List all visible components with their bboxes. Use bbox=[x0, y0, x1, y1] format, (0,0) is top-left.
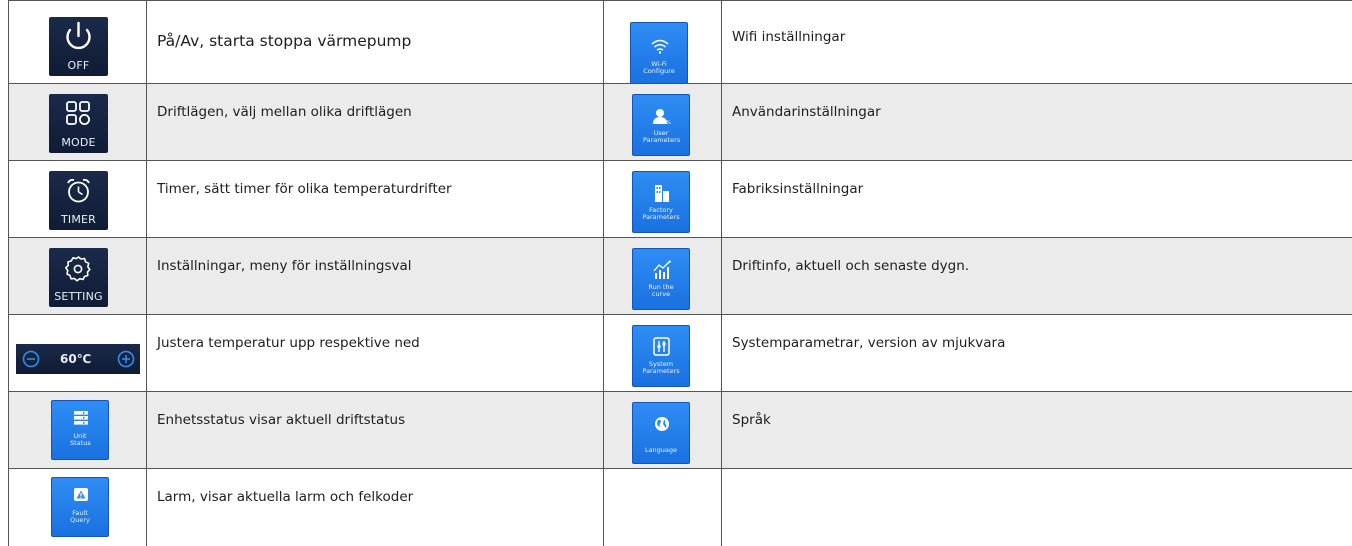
system-parameters-button[interactable]: System Parameters bbox=[632, 325, 690, 387]
setting-description: Inställningar, meny för inställningsval bbox=[147, 238, 603, 275]
user-parameters-button[interactable]: % User Parameters bbox=[632, 94, 690, 156]
mode-description: Driftlägen, välj mellan olika driftlägen bbox=[147, 84, 603, 121]
language-description: Språk bbox=[722, 392, 1352, 429]
description-cell: Enhetsstatus visar aktuell driftstatus bbox=[147, 392, 604, 469]
wifi-caption: Wi-Fi Configure bbox=[631, 61, 687, 75]
icon-cell: Wi-Fi Configure bbox=[604, 1, 722, 84]
timer-description: Timer, sätt timer för olika temperaturdr… bbox=[147, 161, 603, 198]
description-cell: Inställningar, meny för inställningsval bbox=[147, 238, 604, 315]
wifi-icon bbox=[631, 23, 689, 63]
temperature-adjust-control: 60℃ bbox=[16, 344, 140, 374]
language-caption: Language bbox=[633, 447, 689, 454]
fault-query-caption: Fault Query bbox=[52, 510, 108, 524]
system-parameters-caption: System Parameters bbox=[633, 361, 689, 375]
description-cell: Användarinställningar bbox=[722, 84, 1352, 161]
unit-status-button[interactable]: Unit Status bbox=[51, 400, 109, 460]
table-row: MODE Driftlägen, välj mellan olika drift… bbox=[9, 84, 1352, 161]
description-cell: Systemparametrar, version av mjukvara bbox=[722, 315, 1352, 392]
description-cell: Timer, sätt timer för olika temperaturdr… bbox=[147, 161, 604, 238]
empty-icon-cell bbox=[604, 469, 722, 546]
power-button[interactable]: OFF bbox=[49, 17, 108, 76]
icon-cell: SETTING bbox=[9, 238, 147, 315]
factory-parameters-description: Fabriksinställningar bbox=[722, 161, 1352, 198]
decrease-temperature-button[interactable] bbox=[24, 352, 39, 367]
fault-query-description: Larm, visar aktuella larm och felkoder bbox=[147, 469, 603, 506]
icon-cell: % User Parameters bbox=[604, 84, 722, 161]
globe-icon bbox=[633, 403, 691, 443]
description-cell: Justera temperatur upp respektive ned bbox=[147, 315, 604, 392]
table-row: Unit Status Enhetsstatus visar aktuell d… bbox=[9, 392, 1352, 469]
icon-legend-sheet: OFF På/Av, starta stoppa värmepump Wi-Fi… bbox=[0, 0, 1352, 545]
icon-legend-table: OFF På/Av, starta stoppa värmepump Wi-Fi… bbox=[8, 0, 1352, 546]
run-the-curve-button[interactable]: Run the curve bbox=[632, 248, 690, 310]
icon-cell: Run the curve bbox=[604, 238, 722, 315]
power-caption: OFF bbox=[49, 59, 108, 72]
temperature-description: Justera temperatur upp respektive ned bbox=[147, 315, 603, 352]
description-cell: På/Av, starta stoppa värmepump bbox=[147, 1, 604, 84]
icon-cell: 60℃ bbox=[9, 315, 147, 392]
unit-status-caption: Unit Status bbox=[52, 433, 108, 447]
language-button[interactable]: Language bbox=[632, 402, 690, 464]
icon-cell: Language bbox=[604, 392, 722, 469]
table-row: SETTING Inställningar, meny för inställn… bbox=[9, 238, 1352, 315]
table-row: OFF På/Av, starta stoppa värmepump Wi-Fi… bbox=[9, 1, 1352, 84]
description-cell: Driftinfo, aktuell och senaste dygn. bbox=[722, 238, 1352, 315]
user-parameters-description: Användarinställningar bbox=[722, 84, 1352, 121]
run-the-curve-caption: Run the curve bbox=[633, 284, 689, 298]
description-cell: Larm, visar aktuella larm och felkoder bbox=[147, 469, 604, 546]
description-cell: Språk bbox=[722, 392, 1352, 469]
icon-cell: Fault Query bbox=[9, 469, 147, 546]
icon-cell: Unit Status bbox=[9, 392, 147, 469]
system-parameters-description: Systemparametrar, version av mjukvara bbox=[722, 315, 1352, 352]
setting-caption: SETTING bbox=[49, 290, 108, 303]
description-cell: Wifi inställningar bbox=[722, 1, 1352, 84]
table-row: 60℃ Justera temperatur upp respektive ne… bbox=[9, 315, 1352, 392]
factory-parameters-button[interactable]: Factory Parameters bbox=[632, 171, 690, 233]
factory-parameters-caption: Factory Parameters bbox=[633, 207, 689, 221]
unit-status-description: Enhetsstatus visar aktuell driftstatus bbox=[147, 392, 603, 429]
table-row: Fault Query Larm, visar aktuella larm oc… bbox=[9, 469, 1352, 546]
table-row: TIMER Timer, sätt timer för olika temper… bbox=[9, 161, 1352, 238]
increase-temperature-button[interactable] bbox=[119, 352, 134, 367]
description-cell: Driftlägen, välj mellan olika driftlägen bbox=[147, 84, 604, 161]
description-cell: Fabriksinställningar bbox=[722, 161, 1352, 238]
fault-query-button[interactable]: Fault Query bbox=[51, 477, 109, 537]
timer-caption: TIMER bbox=[49, 213, 108, 226]
temperature-value: 60℃ bbox=[60, 352, 91, 366]
svg-text:%: % bbox=[666, 120, 671, 126]
icon-cell: Factory Parameters bbox=[604, 161, 722, 238]
mode-button[interactable]: MODE bbox=[49, 94, 108, 153]
run-the-curve-description: Driftinfo, aktuell och senaste dygn. bbox=[722, 238, 1352, 275]
wifi-description: Wifi inställningar bbox=[722, 1, 1352, 46]
timer-button[interactable]: TIMER bbox=[49, 171, 108, 230]
wifi-configure-button[interactable]: Wi-Fi Configure bbox=[630, 22, 688, 84]
icon-cell: System Parameters bbox=[604, 315, 722, 392]
icon-cell: TIMER bbox=[9, 161, 147, 238]
power-description: På/Av, starta stoppa värmepump bbox=[147, 1, 603, 50]
setting-button[interactable]: SETTING bbox=[49, 248, 108, 307]
mode-caption: MODE bbox=[49, 136, 108, 149]
icon-cell: OFF bbox=[9, 1, 147, 84]
user-parameters-caption: User Parameters bbox=[633, 130, 689, 144]
empty-description-cell bbox=[722, 469, 1352, 546]
icon-cell: MODE bbox=[9, 84, 147, 161]
empty-description bbox=[722, 469, 1352, 488]
